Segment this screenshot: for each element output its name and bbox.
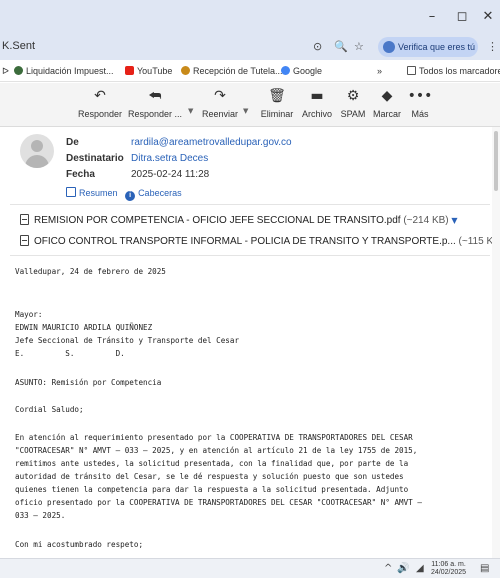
body-salutation: Mayor: [15, 310, 43, 319]
attachment-item[interactable]: REMISION POR COMPETENCIA - OFICIO JEFE S… [20, 214, 458, 226]
body-subject: ASUNTO: Remisión por Competencia [15, 378, 162, 387]
attachment-name[interactable]: OFICO CONTROL TRANSPORTE INFORMAL - POLI… [34, 236, 456, 247]
reply-all-dropdown-icon[interactable]: ▼ [188, 107, 193, 115]
body-closing: Con mi acostumbrado respeto; [15, 540, 144, 549]
date-value: 2025-02-24 11:28 [131, 169, 210, 180]
bookmark-recepcion-icon [181, 66, 190, 75]
body-paragraph-line: quienes tienen la competencia para dar l… [15, 485, 409, 494]
mail-toolbar: ↶ Responder ⮪ Responder ... ▼ ↷ Reenviar… [0, 83, 500, 127]
body-paragraph-line: 033 – 2025. [15, 511, 66, 520]
body-paragraph-line: En atención al requerimiento presentado … [15, 433, 413, 442]
tray-chevron-icon[interactable]: ^ [384, 563, 392, 574]
notification-icon[interactable]: ▤ [480, 563, 489, 574]
attachment-item[interactable]: OFICO CONTROL TRANSPORTE INFORMAL - POLI… [20, 235, 500, 247]
headers-link[interactable]: i Cabeceras [125, 188, 182, 201]
bookmark-liquidacion[interactable]: Liquidación Impuest... [14, 66, 114, 76]
youtube-icon [125, 66, 134, 75]
forward-icon: ↷ [214, 88, 226, 104]
attachment-name[interactable]: REMISION POR COMPETENCIA - OFICIO JEFE S… [34, 215, 401, 226]
message-scrollbar[interactable] [492, 127, 500, 558]
forward-button[interactable]: ↷ Reenviar [198, 87, 242, 119]
network-icon[interactable]: ◢ [416, 563, 424, 574]
body-date-line: Valledupar, 24 de febrero de 2025 [15, 267, 166, 276]
reply-button[interactable]: ↶ Responder [78, 87, 122, 119]
date-label: Fecha [66, 169, 95, 180]
profile-icon [383, 41, 395, 53]
spam-icon: ⚙ [346, 88, 360, 104]
bookmark-recepcion[interactable]: Recepción de Tutela... [181, 66, 283, 76]
maximize-icon[interactable]: ◻ [450, 8, 474, 26]
delete-button[interactable]: 🗑 Eliminar [257, 87, 297, 119]
pdf-file-icon [20, 214, 29, 225]
verify-button[interactable]: Verifica que eres tú [378, 37, 478, 57]
key-icon[interactable]: ⊙ [313, 40, 322, 53]
to-label: Destinatario [66, 153, 124, 164]
archive-button[interactable]: ▬ Archivo [298, 87, 336, 119]
body-greeting: Cordial Saludo; [15, 405, 84, 414]
volume-icon[interactable]: 🔊 [397, 563, 409, 574]
reply-all-button[interactable]: ⮪ Responder ... [128, 87, 182, 119]
reply-all-icon: ⮪ [148, 88, 162, 104]
window-titlebar: – ◻ ✕ [0, 0, 500, 34]
forward-dropdown-icon[interactable]: ▼ [243, 107, 248, 115]
info-icon: i [125, 191, 136, 201]
all-bookmarks[interactable]: Todos los marcadores [407, 66, 500, 76]
attachments-divider [10, 255, 490, 256]
address-bar: K.Sent ⊙ 🔍 ☆ Verifica que eres tú ⋮ [0, 34, 500, 60]
scrollbar-thumb[interactable] [494, 131, 498, 191]
body-recipient-title: Jefe Seccional de Tránsito y Transporte … [15, 336, 240, 345]
verify-label: Verifica que eres tú [398, 42, 476, 52]
taskbar-clock[interactable]: 11:06 a. m. 24/02/2025 [431, 561, 466, 577]
body-paragraph-line: oficio presentado por la COOPERATIVA DE … [15, 498, 422, 507]
archive-icon: ▬ [310, 88, 324, 104]
google-icon [281, 66, 290, 75]
envelope-icon [66, 187, 76, 197]
bookmarks-bar: ᐅ Liquidación Impuest... YouTube Recepci… [0, 60, 500, 82]
body-paragraph-line: remitimos ante ustedes, la solicitud pre… [15, 459, 409, 468]
close-icon[interactable]: ✕ [476, 8, 500, 26]
zoom-icon[interactable]: 🔍 [334, 40, 348, 53]
header-tools: Resumen i Cabeceras [66, 187, 182, 201]
attachment-menu-icon[interactable]: ▼ [451, 216, 457, 225]
body-recipient-name: EDWIN MAURICIO ARDILA QUIÑONEZ [15, 323, 153, 332]
bookmark-google[interactable]: Google [281, 66, 322, 76]
reply-icon: ↶ [94, 88, 106, 104]
body-paragraph-line: "COOTRACESAR" N° AMVT – 033 – 2025, y en… [15, 446, 418, 455]
spam-button[interactable]: ⚙ SPAM [338, 87, 368, 119]
summary-link[interactable]: Resumen [66, 187, 120, 198]
from-label: De [66, 137, 79, 148]
attachment-size: (~214 KB) [403, 215, 449, 226]
more-icon: ••• [407, 88, 433, 104]
header-divider [10, 204, 490, 205]
from-address[interactable]: rardila@areametrovalledupar.gov.co [131, 137, 292, 148]
trash-icon: 🗑 [268, 88, 286, 104]
bookmark-liquidacion-icon [14, 66, 23, 75]
to-address[interactable]: Ditra.setra Deces [131, 153, 208, 164]
sender-avatar [20, 134, 54, 168]
taskbar: ^ 🔊 ◢ 11:06 a. m. 24/02/2025 ▤ [0, 558, 500, 578]
browser-menu-icon[interactable]: ⋮ [487, 40, 498, 53]
bookmark-overflow[interactable]: » [377, 66, 382, 76]
url-text[interactable]: K.Sent [2, 40, 35, 52]
minimize-icon[interactable]: – [420, 8, 444, 26]
tag-icon: ◆ [381, 88, 393, 104]
more-button[interactable]: ••• Más [406, 87, 434, 119]
bookmark-overflow-left[interactable]: ᐅ [2, 66, 9, 77]
body-esd-line: E. S. D. [15, 349, 125, 358]
body-paragraph-line: autoridad de tránsito del Cesar, se le d… [15, 472, 404, 481]
clock-date: 24/02/2025 [431, 569, 467, 576]
folder-icon [407, 66, 416, 75]
star-icon[interactable]: ☆ [354, 40, 364, 53]
clock-time: 11:06 a. m. [431, 561, 466, 568]
pdf-file-icon [20, 235, 29, 246]
mark-button[interactable]: ◆ Marcar [370, 87, 404, 119]
bookmark-youtube[interactable]: YouTube [125, 66, 172, 76]
